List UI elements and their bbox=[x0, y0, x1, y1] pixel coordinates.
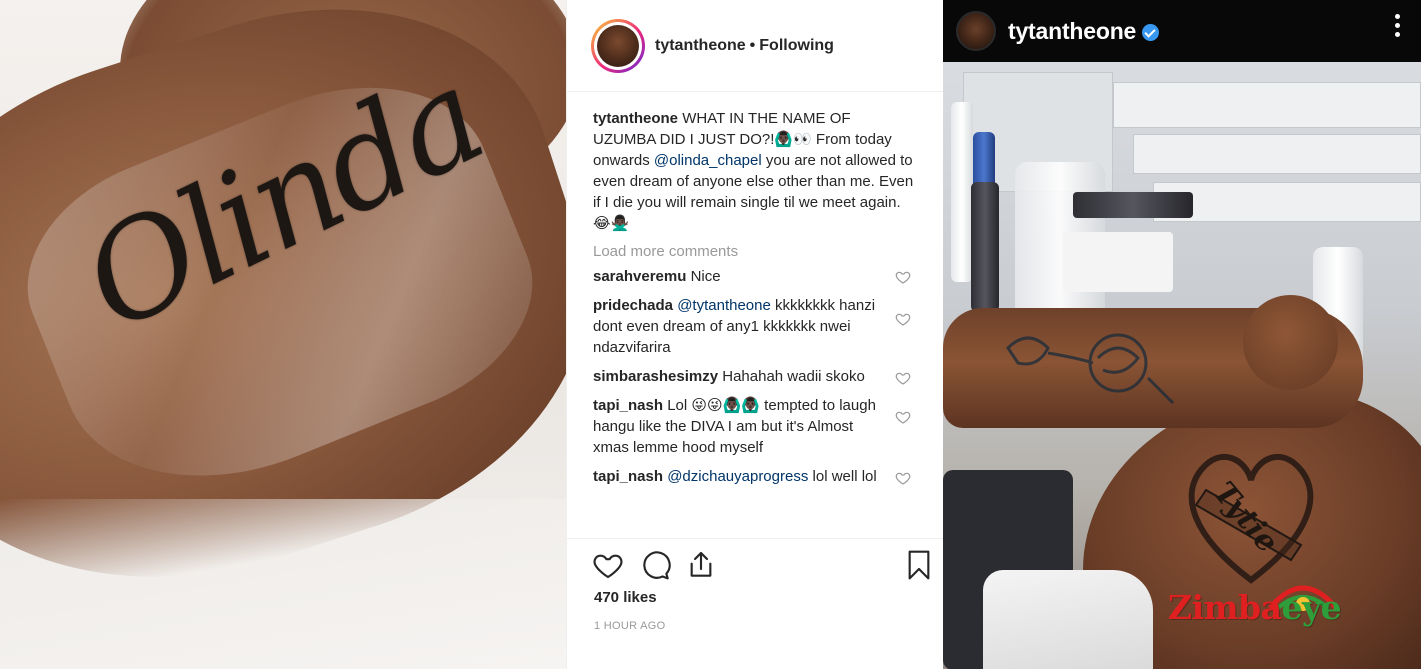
caption-username[interactable]: tytantheone bbox=[593, 110, 678, 127]
shorts bbox=[983, 570, 1153, 669]
watermark-part2: eye bbox=[1281, 588, 1342, 627]
story-header: tytantheone bbox=[943, 0, 1421, 62]
likes-count[interactable]: 470 likes bbox=[594, 589, 657, 606]
bed-sheet bbox=[0, 499, 566, 669]
avatar[interactable] bbox=[591, 18, 645, 73]
comment: simbarashesimzy Hahahah wadii skoko bbox=[593, 366, 917, 387]
comment-username[interactable]: simbarashesimzy bbox=[593, 368, 718, 385]
rose-tattoo-image bbox=[1006, 333, 1175, 405]
like-comment-heart-icon[interactable] bbox=[895, 409, 911, 425]
post-actions-bar bbox=[567, 538, 944, 594]
comment-mention[interactable]: @dzichauyaprogress bbox=[667, 468, 808, 485]
like-comment-heart-icon[interactable] bbox=[895, 311, 911, 327]
comment: tapi_nash Lol 😜😜🙆🏿‍♂️🙆🏿‍♂️ tempted to la… bbox=[593, 395, 917, 458]
post-header: tytantheone • Following bbox=[567, 0, 943, 92]
comment: pridechada @tytantheone kkkkkkkk hanzi d… bbox=[593, 295, 917, 358]
watermark-part1: Zimba bbox=[1168, 588, 1282, 627]
ink-bottle bbox=[971, 182, 999, 312]
like-comment-heart-icon[interactable] bbox=[895, 470, 911, 486]
share-icon[interactable] bbox=[685, 549, 717, 581]
verified-badge-icon bbox=[1142, 23, 1160, 41]
comment: tapi_nash @dzichauyaprogress lol well lo… bbox=[593, 466, 917, 487]
caption-mention[interactable]: @olinda_chapel bbox=[654, 152, 762, 169]
comment-username[interactable]: pridechada bbox=[593, 297, 673, 314]
more-options-icon[interactable] bbox=[1395, 14, 1401, 40]
post-author: tytantheone • Following bbox=[655, 37, 834, 55]
bookmark-icon[interactable] bbox=[903, 549, 935, 581]
comment-bubble-icon[interactable] bbox=[639, 549, 671, 581]
avatar[interactable] bbox=[956, 11, 996, 51]
shelf bbox=[1113, 82, 1421, 128]
like-comment-heart-icon[interactable] bbox=[895, 269, 911, 285]
like-comment-heart-icon[interactable] bbox=[895, 370, 911, 386]
story-username[interactable]: tytantheone bbox=[1008, 18, 1136, 45]
like-heart-icon[interactable] bbox=[592, 549, 624, 581]
comment-username[interactable]: tapi_nash bbox=[593, 468, 663, 485]
following-button[interactable]: Following bbox=[759, 37, 834, 54]
comment-username[interactable]: sarahveremu bbox=[593, 268, 686, 285]
comment-text: Nice bbox=[690, 268, 721, 285]
separator-dot: • bbox=[749, 36, 756, 54]
comment-username[interactable]: tapi_nash bbox=[593, 397, 663, 414]
ink-tray bbox=[1063, 232, 1173, 292]
tattoo-machine bbox=[1073, 192, 1193, 218]
hand bbox=[1243, 295, 1338, 390]
comment-text: Hahahah wadii skoko bbox=[722, 368, 865, 385]
right-story-photo: Tytie tytantheone bbox=[943, 0, 1421, 669]
instagram-post-panel: tytantheone • Following tytantheone WHAT I… bbox=[566, 0, 944, 669]
post-timestamp[interactable]: 1 HOUR AGO bbox=[594, 620, 665, 632]
zimbaeye-watermark: Zimbaeye bbox=[1168, 578, 1358, 638]
shelf bbox=[1153, 182, 1421, 222]
comments-list: sarahveremu Nice pridechada @tytantheone… bbox=[567, 260, 943, 487]
shelf bbox=[1133, 134, 1421, 174]
comment-text: lol well lol bbox=[812, 468, 877, 485]
watermark-text: Zimbaeye bbox=[1168, 588, 1342, 627]
comment-mention[interactable]: @tytantheone bbox=[677, 297, 771, 314]
load-more-comments[interactable]: Load more comments bbox=[567, 234, 943, 260]
author-username[interactable]: tytantheone bbox=[655, 37, 746, 54]
post-caption: tytantheone WHAT IN THE NAME OF UZUMBA D… bbox=[567, 92, 943, 234]
comment: sarahveremu Nice bbox=[593, 266, 917, 287]
left-tattoo-photo: Olinda bbox=[0, 0, 566, 669]
bottle bbox=[951, 102, 973, 282]
